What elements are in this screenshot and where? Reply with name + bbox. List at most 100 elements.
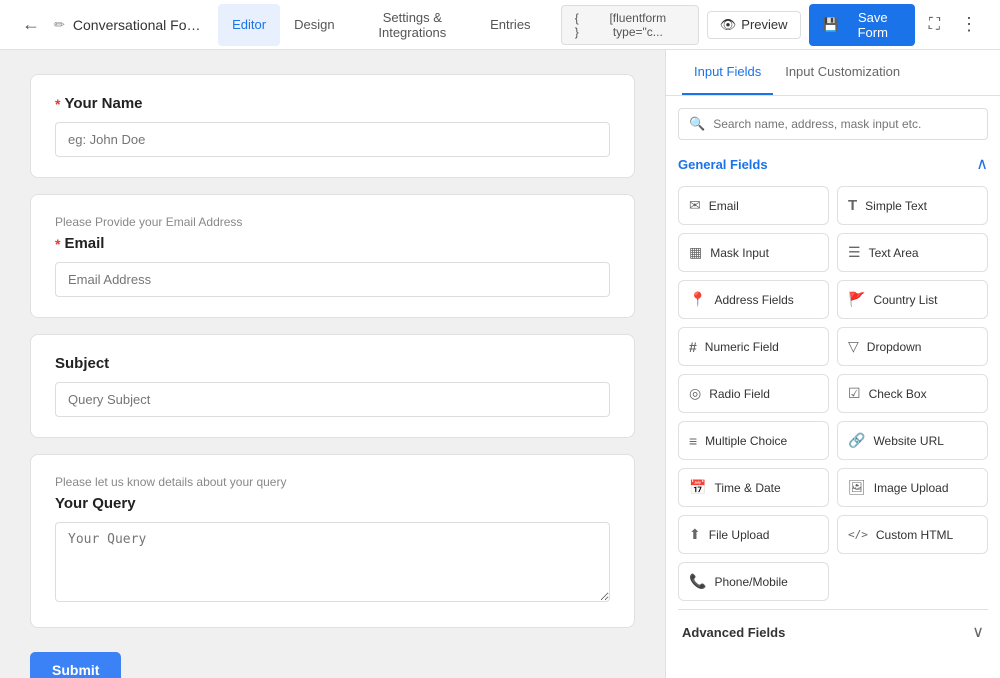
shortcode-label: [fluentform type="c... [588,11,688,39]
submit-button[interactable]: Submit [30,652,121,678]
name-input[interactable] [55,122,610,157]
form-card-name: * Your Name [30,74,635,178]
query-textarea[interactable] [55,522,610,602]
general-fields-header: General Fields ∧ [678,154,988,174]
fields-grid: ✉ Email T Simple Text ▦ Mask Input ☰ Tex… [678,186,988,601]
nav-tab-editor[interactable]: Editor [218,4,280,46]
field-item-label: Check Box [869,387,927,401]
dropdown-icon: ▽ [848,338,859,355]
field-item-label: Simple Text [865,199,927,213]
field-label-email: * Email [55,235,610,252]
form-area: * Your Name Please Provide your Email Ad… [0,50,665,678]
search-input[interactable] [713,117,977,131]
nav-tab-design[interactable]: Design [280,4,348,46]
nav-tab-settings[interactable]: Settings & Integrations [349,4,477,46]
email-sublabel: Please Provide your Email Address [55,215,610,229]
field-item-mask-input[interactable]: ▦ Mask Input [678,233,829,272]
field-item-image-upload[interactable]: 🖼 Image Upload [837,468,988,507]
field-item-label: Text Area [869,246,919,260]
time-date-icon: 📅 [689,479,706,496]
field-item-label: Time & Date [714,481,780,495]
search-box: 🔍 [678,108,988,140]
field-item-label: Image Upload [874,481,949,495]
sidebar-tab-input-customization[interactable]: Input Customization [773,50,912,95]
field-item-website-url[interactable]: 🔗 Website URL [837,421,988,460]
field-item-label: Numeric Field [705,340,779,354]
form-card-query: Please let us know details about your qu… [30,454,635,628]
save-icon: 💾 [823,17,839,33]
phone-mobile-icon: 📞 [689,573,706,590]
field-item-label: Address Fields [714,293,793,307]
checkbox-icon: ☑ [848,385,861,402]
field-item-checkbox[interactable]: ☑ Check Box [837,374,988,413]
field-item-text-area[interactable]: ☰ Text Area [837,233,988,272]
general-fields-title: General Fields [678,157,768,172]
field-item-label: Dropdown [867,340,922,354]
field-item-label: Mask Input [710,246,769,260]
field-item-label: Website URL [873,434,943,448]
top-nav: ← Conversational Form... Editor Design S… [0,0,1000,50]
field-item-label: Email [709,199,739,213]
field-item-address[interactable]: 📍 Address Fields [678,280,829,319]
field-item-country-list[interactable]: 🚩 Country List [837,280,988,319]
file-upload-icon: ⬆ [689,526,701,543]
custom-html-icon: </> [848,528,868,541]
main-area: * Your Name Please Provide your Email Ad… [0,50,1000,678]
required-star: * [55,96,60,112]
field-item-label: Multiple Choice [705,434,787,448]
field-item-label: File Upload [709,528,770,542]
mask-input-icon: ▦ [689,244,702,261]
save-form-button[interactable]: 💾 Save Form [809,4,915,46]
preview-button[interactable]: 👁 Preview [707,11,801,39]
field-item-time-date[interactable]: 📅 Time & Date [678,468,829,507]
website-url-icon: 🔗 [848,432,865,449]
field-item-label: Radio Field [709,387,770,401]
nav-tab-entries[interactable]: Entries [476,4,544,46]
numeric-icon: # [689,339,697,355]
email-field-icon: ✉ [689,197,701,214]
page-title: Conversational Form... [73,17,202,33]
sidebar-tab-input-fields[interactable]: Input Fields [682,50,773,95]
shortcode-icon: { } [572,11,582,39]
field-item-simple-text[interactable]: T Simple Text [837,186,988,225]
field-item-file-upload[interactable]: ⬆ File Upload [678,515,829,554]
simple-text-icon: T [848,197,857,214]
field-item-numeric[interactable]: # Numeric Field [678,327,829,366]
advanced-fields-section: Advanced Fields ∨ [678,609,988,646]
nav-tabs: Editor Design Settings & Integrations En… [218,4,544,46]
text-area-icon: ☰ [848,244,861,261]
required-star-email: * [55,236,60,252]
image-upload-icon: 🖼 [848,479,866,496]
shortcode-button[interactable]: { } [fluentform type="c... [561,5,699,45]
search-icon: 🔍 [689,116,705,132]
back-button[interactable]: ← [16,10,46,39]
country-list-icon: 🚩 [848,291,865,308]
email-input[interactable] [55,262,610,297]
field-item-label: Phone/Mobile [714,575,787,589]
more-options-button[interactable]: ⋮ [954,10,984,39]
right-sidebar: Input Fields Input Customization 🔍 Gener… [665,50,1000,678]
fullscreen-button[interactable]: ⛶ [923,12,946,38]
general-fields-toggle[interactable]: ∧ [976,154,988,174]
edit-icon [54,17,65,33]
field-item-label: Custom HTML [876,528,953,542]
field-item-radio[interactable]: ◎ Radio Field [678,374,829,413]
field-item-phone-mobile[interactable]: 📞 Phone/Mobile [678,562,829,601]
field-label-name: * Your Name [55,95,610,112]
form-card-email: Please Provide your Email Address * Emai… [30,194,635,318]
sidebar-tabs: Input Fields Input Customization [666,50,1000,96]
eye-icon: 👁 [720,17,737,33]
field-item-multiple-choice[interactable]: ≡ Multiple Choice [678,421,829,460]
multiple-choice-icon: ≡ [689,433,697,449]
field-label-subject: Subject [55,355,610,372]
field-item-dropdown[interactable]: ▽ Dropdown [837,327,988,366]
field-item-email[interactable]: ✉ Email [678,186,829,225]
field-item-label: Country List [873,293,937,307]
subject-input[interactable] [55,382,610,417]
form-card-subject: Subject [30,334,635,438]
query-sublabel: Please let us know details about your qu… [55,475,610,489]
field-label-query: Your Query [55,495,610,512]
field-item-custom-html[interactable]: </> Custom HTML [837,515,988,554]
advanced-fields-title: Advanced Fields [682,625,785,640]
advanced-fields-toggle[interactable]: ∨ [972,622,984,642]
